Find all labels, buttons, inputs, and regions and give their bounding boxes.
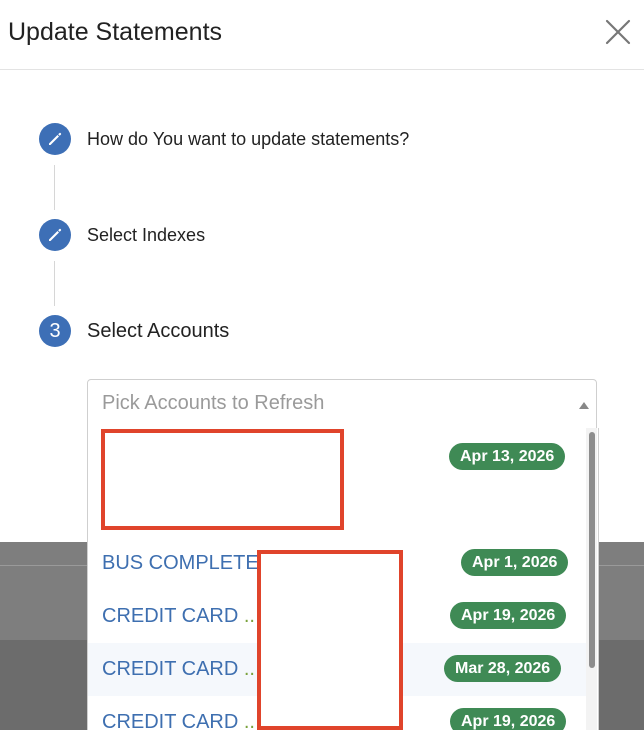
step-2-label: Select Indexes <box>87 225 206 245</box>
modal-header: Update Statements <box>0 0 644 70</box>
account-option-name: BUS COMPLETE <box>102 552 259 574</box>
date-badge: Apr 1, 2026 <box>461 549 569 576</box>
pencil-icon <box>49 132 62 145</box>
dropdown-scrollbar-thumb[interactable] <box>589 432 595 668</box>
close-button[interactable] <box>604 18 632 46</box>
truncation-dots: .. <box>243 658 255 680</box>
step-2-icon <box>39 219 71 251</box>
select-placeholder: Pick Accounts to Refresh <box>102 392 325 414</box>
pencil-icon <box>49 228 62 241</box>
step-connector <box>54 261 55 306</box>
step-1-icon <box>39 123 71 155</box>
date-badge: Apr 19, 2026 <box>450 708 567 730</box>
date-badge: Mar 28, 2026 <box>444 655 562 682</box>
caret-up-icon[interactable] <box>579 402 589 409</box>
step-connector <box>54 165 55 210</box>
redaction-box <box>257 550 403 730</box>
account-option-name: CREDIT CARD .. <box>102 711 255 730</box>
truncation-dots: .. <box>243 711 255 730</box>
step-3-label: Select Accounts <box>87 320 230 342</box>
modal-title: Update Statements <box>8 18 223 46</box>
redaction-box <box>101 429 344 530</box>
close-icon <box>605 19 631 45</box>
truncation-dots: .. <box>243 605 255 627</box>
account-select[interactable]: Pick Accounts to Refresh <box>87 379 597 429</box>
step-3-icon: 3 <box>39 315 71 347</box>
date-badge: Apr 13, 2026 <box>449 443 566 470</box>
step-3-number: 3 <box>49 319 61 342</box>
step-1-label: How do You want to update statements? <box>87 129 410 149</box>
date-badge: Apr 19, 2026 <box>450 602 567 629</box>
account-option-name: CREDIT CARD .. <box>102 658 255 680</box>
account-option-name: CREDIT CARD .. <box>102 605 255 627</box>
